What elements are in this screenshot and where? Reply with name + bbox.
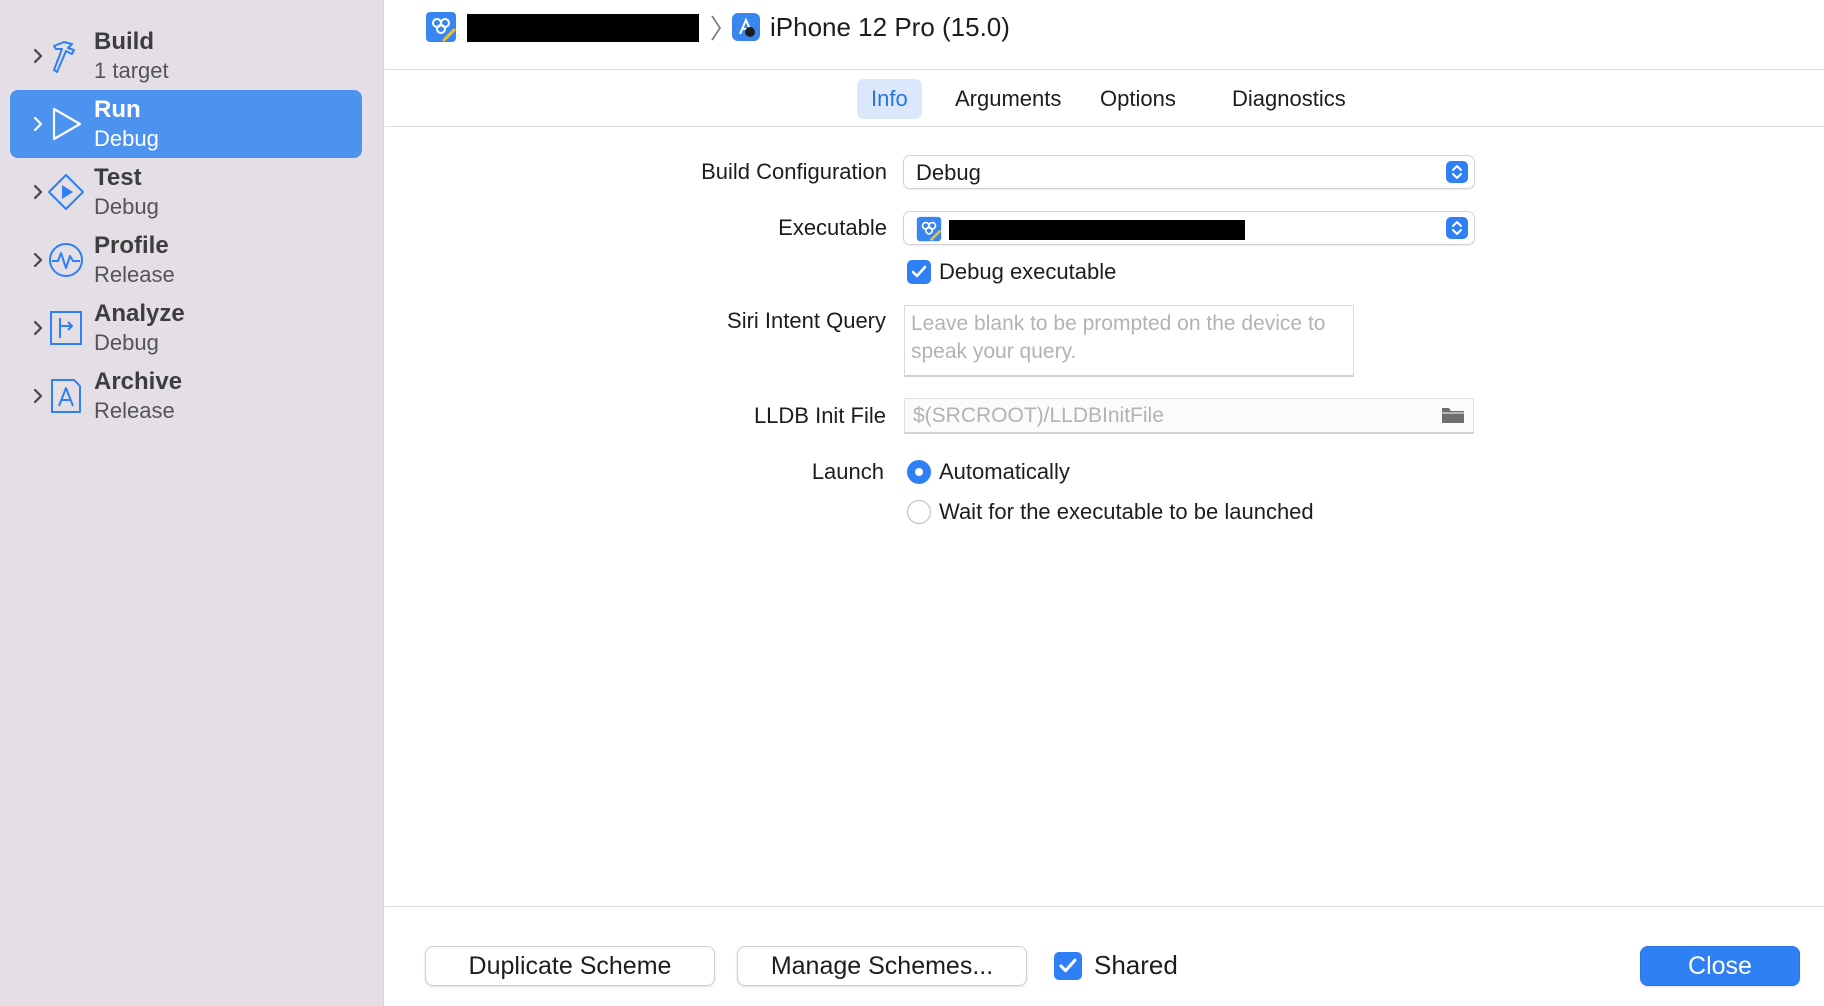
chevron-right-icon[interactable]	[28, 46, 48, 66]
scheme-action-sidebar: Build 1 target Run Debug Test Debug Prof…	[0, 0, 384, 1006]
sidebar-item-title: Profile	[94, 232, 169, 259]
launch-wait-label: Wait for the executable to be launched	[939, 499, 1314, 524]
build-configuration-popup[interactable]: Debug	[903, 155, 1475, 189]
sidebar-item-subtitle: 1 target	[94, 58, 169, 83]
chevron-right-icon[interactable]	[28, 114, 48, 134]
shared-label: Shared	[1094, 950, 1178, 980]
sidebar-item-title: Archive	[94, 368, 183, 395]
app-icon	[916, 216, 942, 242]
app-icon[interactable]	[425, 11, 457, 43]
lldb-init-file-label: LLDB Init File	[753, 403, 886, 428]
build-configuration-label: Build Configuration	[701, 159, 887, 184]
manage-schemes-button[interactable]: Manage Schemes...	[737, 946, 1027, 986]
sidebar-item-build[interactable]: Build 1 target	[10, 22, 362, 90]
breadcrumb-device[interactable]: iPhone 12 Pro (15.0)	[770, 12, 1010, 43]
footer-bar: Duplicate Scheme Manage Schemes... Share…	[385, 906, 1824, 1006]
sidebar-item-archive[interactable]: Archive Release	[10, 362, 362, 430]
chevron-right-icon[interactable]	[28, 318, 48, 338]
redacted-scheme-name[interactable]	[467, 14, 699, 42]
sidebar-item-subtitle: Release	[94, 262, 175, 287]
duplicate-scheme-button[interactable]: Duplicate Scheme	[425, 946, 715, 986]
close-button[interactable]: Close	[1640, 946, 1800, 986]
folder-icon[interactable]	[1440, 404, 1466, 426]
build-configuration-value: Debug	[916, 160, 981, 185]
sidebar-item-subtitle: Debug	[94, 330, 159, 355]
sidebar-item-title: Test	[94, 164, 142, 191]
sidebar-item-analyze[interactable]: Analyze Debug	[10, 294, 362, 362]
sidebar-item-run[interactable]: Run Debug	[10, 90, 362, 158]
sidebar-item-title: Analyze	[94, 300, 185, 327]
executable-label: Executable	[778, 215, 887, 240]
debug-executable-checkbox[interactable]	[907, 260, 931, 284]
scheme-breadcrumb: iPhone 12 Pro (15.0)	[385, 0, 1824, 70]
sidebar-item-profile[interactable]: Profile Release	[10, 226, 362, 294]
up-down-chevron-icon	[1446, 217, 1468, 239]
sidebar-item-test[interactable]: Test Debug	[10, 158, 362, 226]
analyze-icon	[50, 311, 82, 345]
hammer-icon	[53, 41, 75, 73]
test-diamond-icon	[48, 174, 84, 210]
launch-label: Launch	[811, 459, 884, 484]
tab-options[interactable]: Options	[1086, 79, 1190, 119]
sidebar-item-subtitle: Debug	[94, 126, 159, 151]
launch-wait-radio[interactable]	[907, 500, 931, 524]
debug-executable-label: Debug executable	[939, 259, 1117, 284]
tab-info[interactable]: Info	[857, 79, 922, 119]
sidebar-item-title: Build	[94, 28, 154, 55]
sidebar-item-subtitle: Release	[94, 398, 175, 423]
chevron-right-icon[interactable]	[28, 182, 48, 202]
up-down-chevron-icon	[1446, 161, 1468, 183]
waveform-icon	[49, 243, 83, 277]
lldb-init-file-input[interactable]	[904, 398, 1474, 434]
sidebar-item-subtitle: Debug	[94, 194, 159, 219]
launch-automatically-label: Automatically	[939, 459, 1070, 484]
tab-arguments[interactable]: Arguments	[941, 79, 1075, 119]
play-icon	[52, 107, 82, 141]
tab-bar: Info Arguments Options Diagnostics	[385, 70, 1824, 127]
sidebar-item-title: Run	[94, 96, 141, 123]
siri-intent-query-label: Siri Intent Query	[727, 308, 886, 333]
launch-automatically-radio[interactable]	[907, 460, 931, 484]
device-icon[interactable]	[731, 12, 761, 42]
executable-popup[interactable]	[903, 211, 1475, 245]
chevron-right-icon[interactable]	[28, 386, 48, 406]
shared-checkbox[interactable]	[1054, 952, 1082, 980]
siri-intent-query-input[interactable]	[904, 305, 1354, 377]
breadcrumb-separator-icon	[711, 15, 721, 41]
chevron-right-icon[interactable]	[28, 250, 48, 270]
tab-diagnostics[interactable]: Diagnostics	[1218, 79, 1360, 119]
redacted-executable-name	[949, 220, 1245, 240]
archive-icon	[51, 379, 81, 413]
